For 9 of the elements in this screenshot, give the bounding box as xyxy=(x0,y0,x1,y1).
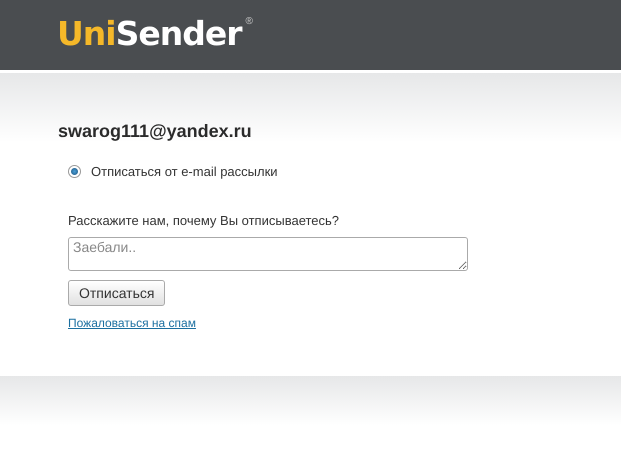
reason-label: Расскажите нам, почему Вы отписываетесь? xyxy=(68,213,340,228)
logo: UniSender xyxy=(57,14,242,54)
report-spam-link[interactable]: Пожаловаться на спам xyxy=(68,316,196,330)
registered-mark: ® xyxy=(246,16,253,27)
unsubscribe-button[interactable]: Отписаться xyxy=(68,280,166,306)
reason-field[interactable]: Заебали.. xyxy=(68,237,468,271)
option-label: Отписаться от e-mail рассылки xyxy=(91,164,278,179)
email-heading: swarog111@yandex.ru xyxy=(58,121,253,142)
radio-button[interactable] xyxy=(68,165,81,178)
